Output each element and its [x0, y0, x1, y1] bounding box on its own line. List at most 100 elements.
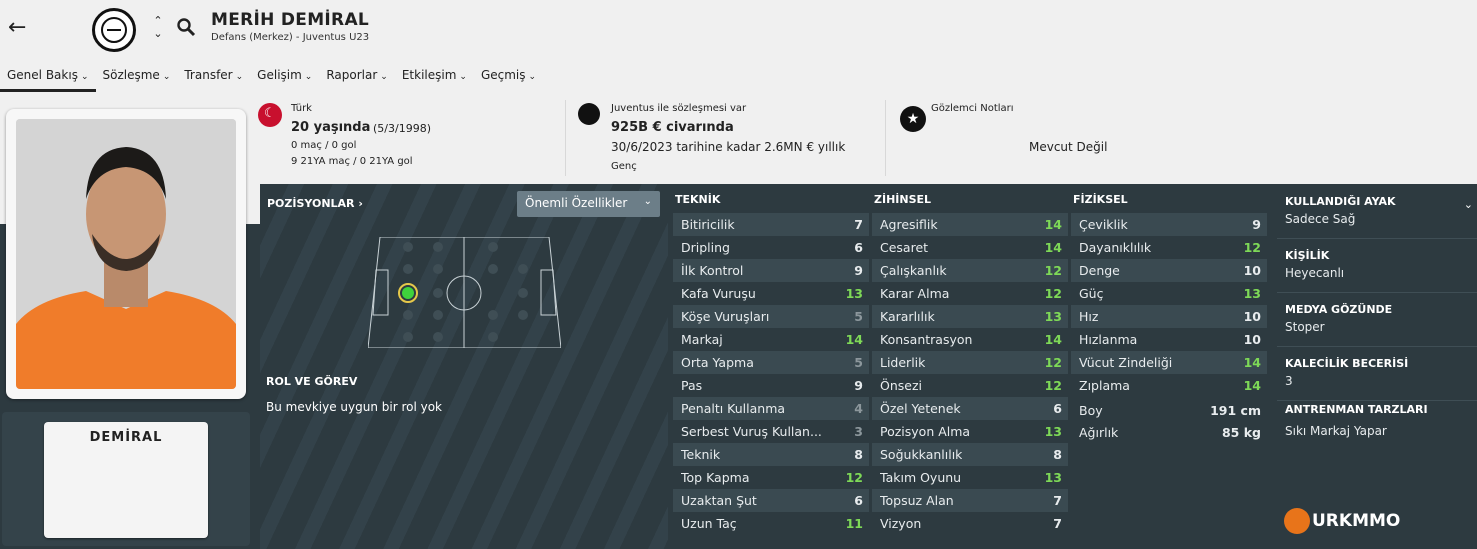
attribute-value: 12 [845, 470, 863, 485]
tab-genel-bakis[interactable]: Genel Bakış ⌄ [0, 64, 96, 92]
attribute-value: 14 [845, 332, 863, 347]
back-arrow-icon[interactable]: ← [8, 16, 32, 40]
attribute-row[interactable]: Zıplama 14 [1071, 374, 1267, 397]
goalkeeping-rating: KALECİLİK BECERİSİ 3 [1285, 357, 1409, 388]
scout-notes-label: Gözlemci Notları [931, 103, 1014, 114]
attribute-row[interactable]: Serbest Vuruş Kullan... 3 [673, 420, 869, 443]
attribute-value: 13 [1044, 424, 1062, 439]
attribute-value: 7 [854, 217, 863, 232]
chevron-down-icon: ⌄ [235, 72, 244, 82]
attribute-row[interactable]: Karar Alma 12 [872, 282, 1068, 305]
attribute-value: 5 [854, 355, 863, 370]
attribute-row[interactable]: Dayanıklılık 12 [1071, 236, 1267, 259]
attribute-row[interactable]: Teknik 8 [673, 443, 869, 466]
position-pitch [368, 237, 561, 348]
attribute-row[interactable]: Köşe Vuruşları 5 [673, 305, 869, 328]
contract-status: Genç [611, 161, 637, 172]
attribute-row[interactable]: Agresiflik 14 [872, 213, 1068, 236]
attribute-row[interactable]: Konsantrasyon 14 [872, 328, 1068, 351]
contract-until: 30/6/2023 tarihine kadar 2.6MN € yıllık [611, 140, 846, 154]
attribute-row[interactable]: Çalışkanlık 12 [872, 259, 1068, 282]
attribute-label: Uzun Taç [681, 516, 737, 531]
player-name: MERİH DEMİRAL [211, 10, 370, 30]
attribute-row[interactable]: Uzun Taç 11 [673, 512, 869, 535]
tab-gelisim[interactable]: Gelişim ⌄ [250, 64, 319, 92]
personality: KİŞİLİK Heyecanlı [1285, 249, 1345, 280]
attribute-row[interactable]: Güç 13 [1071, 282, 1267, 305]
physical-title: FİZİKSEL [1073, 193, 1128, 206]
attribute-label: Penaltı Kullanma [681, 401, 786, 416]
preferred-foot[interactable]: KULLANDIĞI AYAK Sadece Sağ [1285, 195, 1475, 226]
attribute-row[interactable]: Vizyon 7 [872, 512, 1068, 535]
nationality-label: Türk [291, 103, 312, 114]
weight-label: Ağırlık [1079, 425, 1119, 440]
attribute-label: Top Kapma [681, 470, 750, 485]
attribute-row[interactable]: Kararlılık 13 [872, 305, 1068, 328]
search-icon[interactable] [176, 17, 196, 37]
attribute-row[interactable]: Markaj 14 [673, 328, 869, 351]
attribute-row[interactable]: Topsuz Alan 7 [872, 489, 1068, 512]
attribute-label: Pozisyon Alma [880, 424, 971, 439]
attribute-row[interactable]: Önsezi 12 [872, 374, 1068, 397]
attribute-value: 12 [1044, 378, 1062, 393]
age: 20 yaşında [291, 120, 371, 135]
player-nav-arrows-icon[interactable]: ⌃ ⌄ [150, 14, 166, 44]
tab-gecmis[interactable]: Geçmiş ⌄ [474, 64, 543, 92]
attribute-value: 14 [1243, 355, 1261, 370]
tab-etkilesim[interactable]: Etkileşim ⌄ [395, 64, 474, 92]
attribute-row[interactable]: Liderlik 12 [872, 351, 1068, 374]
tab-sozlesme[interactable]: Sözleşme ⌄ [96, 64, 178, 92]
attribute-row[interactable]: Denge 10 [1071, 259, 1267, 282]
attribute-row[interactable]: Çeviklik 9 [1071, 213, 1267, 236]
attribute-label: Orta Yapma [681, 355, 754, 370]
player-subtitle: Defans (Merkez) - Juventus U23 [211, 32, 370, 43]
attribute-row[interactable]: Penaltı Kullanma 4 [673, 397, 869, 420]
attribute-value: 13 [1044, 470, 1062, 485]
logo-ball-icon [1284, 508, 1310, 534]
attribute-label: Güç [1079, 286, 1104, 301]
attribute-row[interactable]: Hız 10 [1071, 305, 1267, 328]
attribute-row[interactable]: Top Kapma 12 [673, 466, 869, 489]
tab-transfer[interactable]: Transfer ⌄ [177, 64, 250, 92]
chevron-down-icon: ⌄ [162, 72, 171, 82]
chevron-down-icon: ⌄ [459, 72, 467, 82]
attribute-row[interactable]: Cesaret 14 [872, 236, 1068, 259]
attribute-row[interactable]: İlk Kontrol 9 [673, 259, 869, 282]
attribute-row[interactable]: Hızlanma 10 [1071, 328, 1267, 351]
attribute-row[interactable]: Takım Oyunu 13 [872, 466, 1068, 489]
attribute-value: 6 [854, 240, 863, 255]
player-photo [16, 119, 236, 389]
attribute-value: 12 [1243, 240, 1261, 255]
divider [1277, 400, 1477, 401]
height-value: 191 cm [1210, 403, 1261, 418]
mental-title: ZİHİNSEL [874, 193, 932, 206]
attribute-value: 11 [845, 516, 863, 531]
attribute-label: Topsuz Alan [880, 493, 954, 508]
attribute-label: Kafa Vuruşu [681, 286, 756, 301]
attribute-value: 10 [1243, 332, 1261, 347]
key-attributes-dropdown[interactable]: Önemli Özellikler ⌄ [517, 191, 660, 217]
weight-value: 85 kg [1221, 425, 1261, 440]
attribute-label: Çeviklik [1079, 217, 1128, 232]
tab-raporlar[interactable]: Raporlar ⌄ [319, 64, 395, 92]
attribute-label: Agresiflik [880, 217, 938, 232]
attribute-row[interactable]: Bitiricilik 7 [673, 213, 869, 236]
club-badge-icon[interactable] [92, 8, 136, 52]
weight-row: Ağırlık 85 kg [1071, 422, 1267, 444]
attribute-row[interactable]: Pozisyon Alma 13 [872, 420, 1068, 443]
attribute-row[interactable]: Özel Yetenek 6 [872, 397, 1068, 420]
star-icon: ★ [900, 106, 926, 132]
attribute-row[interactable]: Vücut Zindeliği 14 [1071, 351, 1267, 374]
attribute-row[interactable]: Soğukkanlılık 8 [872, 443, 1068, 466]
attribute-row[interactable]: Dripling 6 [673, 236, 869, 259]
attribute-row[interactable]: Orta Yapma 5 [673, 351, 869, 374]
attribute-row[interactable]: Pas 9 [673, 374, 869, 397]
attribute-value: 9 [1252, 217, 1261, 232]
positions-title[interactable]: POZİSYONLAR › [267, 197, 363, 210]
attribute-row[interactable]: Kafa Vuruşu 13 [673, 282, 869, 305]
attribute-value: 7 [1053, 493, 1062, 508]
attribute-label: Markaj [681, 332, 723, 347]
attribute-value: 12 [1044, 263, 1062, 278]
chevron-down-icon[interactable]: ⌄ [1464, 198, 1473, 211]
attribute-row[interactable]: Uzaktan Şut 6 [673, 489, 869, 512]
